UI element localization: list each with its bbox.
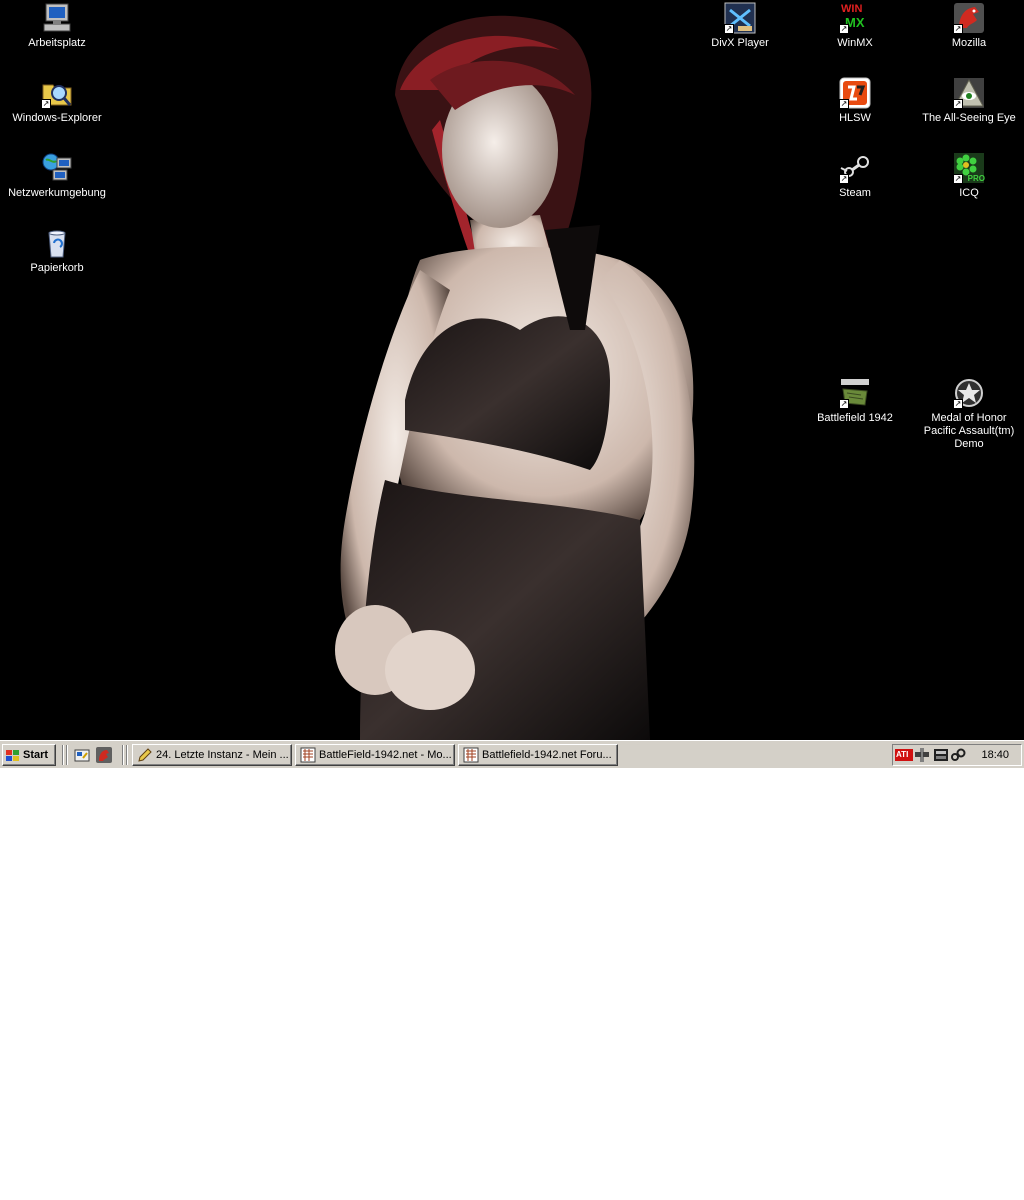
shortcut-arrow-icon: ↗ xyxy=(839,399,849,409)
computer-icon xyxy=(41,2,73,34)
pencil-icon xyxy=(137,747,153,763)
icon-label: Battlefield 1942 xyxy=(817,412,893,424)
network-icon xyxy=(41,152,73,184)
winmx-win-text: WIN xyxy=(841,3,863,15)
shortcut-arrow-icon: ↗ xyxy=(724,24,734,34)
icon-label: Windows-Explorer xyxy=(12,112,102,124)
shortcut-arrow-icon: ↗ xyxy=(953,174,963,184)
icq-pro-badge: PRO xyxy=(967,174,985,183)
icon-label: Mozilla xyxy=(951,37,987,49)
hlsw-icon: ↗ xyxy=(839,77,871,109)
taskbar-divider xyxy=(62,745,64,765)
start-label: Start xyxy=(23,749,49,761)
icon-label: The All-Seeing Eye xyxy=(922,112,1016,124)
ati-tray-icon[interactable]: ATI xyxy=(895,748,913,762)
network-tray-icon[interactable] xyxy=(914,748,930,762)
winmx-icon: WIN MX ↗ xyxy=(839,2,871,34)
taskbar-divider xyxy=(122,745,124,765)
mozilla-icon: ↗ xyxy=(953,2,985,34)
desktop-icon-steam[interactable]: ↗ Steam xyxy=(800,152,910,200)
taskbar: Start 24. Letzte Instanz - Mein ... Batt… xyxy=(0,740,1024,768)
steam-icon: ↗ xyxy=(839,152,871,184)
icon-label: DivX Player xyxy=(711,37,769,49)
divx-icon: ↗ xyxy=(724,2,756,34)
icon-label: Arbeitsplatz xyxy=(28,37,86,49)
icon-label: HLSW xyxy=(839,112,871,124)
desktop-icon-mozilla[interactable]: ↗ Mozilla xyxy=(914,2,1024,50)
icon-label: Steam xyxy=(839,187,871,199)
icon-label: Netzwerkumgebung xyxy=(8,187,106,199)
medal-of-honor-icon: ↗ xyxy=(953,377,985,409)
shortcut-arrow-icon: ↗ xyxy=(839,24,849,34)
recycle-bin-icon xyxy=(41,227,73,259)
desktop-icon-medal-of-honor[interactable]: ↗ Medal of Honor Pacific Assault(tm) Dem… xyxy=(914,377,1024,451)
desktop-icon-arbeitsplatz[interactable]: Arbeitsplatz xyxy=(2,2,112,50)
icq-icon: PRO ↗ xyxy=(953,152,985,184)
desktop-icon-battlefield-1942[interactable]: ↗ Battlefield 1942 xyxy=(800,377,910,425)
desktop: Arbeitsplatz ↗ Windows-Explorer Netzwerk… xyxy=(0,0,1024,740)
desktop-icon-netzwerkumgebung[interactable]: Netzwerkumgebung xyxy=(2,152,112,200)
taskbar-task-battlefield-mo[interactable]: BattleField-1942.net - Mo... xyxy=(295,744,455,766)
taskbar-task-letzte-instanz[interactable]: 24. Letzte Instanz - Mein ... xyxy=(132,744,292,766)
desktop-icon-papierkorb[interactable]: Papierkorb xyxy=(2,227,112,275)
task-label: BattleField-1942.net - Mo... xyxy=(319,749,452,761)
battlefield-icon: ↗ xyxy=(839,377,871,409)
browser-page-icon xyxy=(463,747,479,763)
clock[interactable]: 18:40 xyxy=(981,748,1009,762)
icon-label: WinMX xyxy=(837,37,873,49)
shortcut-arrow-icon: ↗ xyxy=(953,99,963,109)
shortcut-arrow-icon: ↗ xyxy=(953,399,963,409)
desktop-icon-windows-explorer[interactable]: ↗ Windows-Explorer xyxy=(2,77,112,125)
system-tray: ATI 18:40 xyxy=(892,744,1022,766)
desktop-icon-all-seeing-eye[interactable]: ↗ The All-Seeing Eye xyxy=(914,77,1024,125)
eye-icon: ↗ xyxy=(953,77,985,109)
task-label: Battlefield-1942.net Foru... xyxy=(482,749,612,761)
icon-label: Medal of Honor Pacific Assault(tm) Demo xyxy=(923,412,1015,450)
windows-logo-icon xyxy=(6,749,20,761)
monitor-tray-icon[interactable] xyxy=(933,748,949,762)
taskbar-divider xyxy=(126,745,128,765)
explorer-icon: ↗ xyxy=(41,77,73,109)
quicklaunch-mozilla-icon[interactable] xyxy=(96,747,112,763)
browser-page-icon xyxy=(300,747,316,763)
task-label: 24. Letzte Instanz - Mein ... xyxy=(156,749,289,761)
ati-text: ATI xyxy=(896,750,909,759)
icon-label: ICQ xyxy=(959,187,979,199)
desktop-icon-divx-player[interactable]: ↗ DivX Player xyxy=(685,2,795,50)
shortcut-arrow-icon: ↗ xyxy=(839,99,849,109)
taskbar-divider xyxy=(66,745,68,765)
shortcut-arrow-icon: ↗ xyxy=(953,24,963,34)
desktop-icon-winmx[interactable]: WIN MX ↗ WinMX xyxy=(800,2,910,50)
shortcut-arrow-icon: ↗ xyxy=(839,174,849,184)
taskbar-task-battlefield-forum[interactable]: Battlefield-1942.net Foru... xyxy=(458,744,618,766)
desktop-icon-hlsw[interactable]: ↗ HLSW xyxy=(800,77,910,125)
start-button[interactable]: Start xyxy=(2,744,56,766)
quicklaunch-show-desktop-icon[interactable] xyxy=(74,747,90,763)
desktop-icon-icq[interactable]: PRO ↗ ICQ xyxy=(914,152,1024,200)
icon-label: Papierkorb xyxy=(30,262,84,274)
shortcut-arrow-icon: ↗ xyxy=(41,99,51,109)
steam-tray-icon[interactable] xyxy=(950,748,966,762)
